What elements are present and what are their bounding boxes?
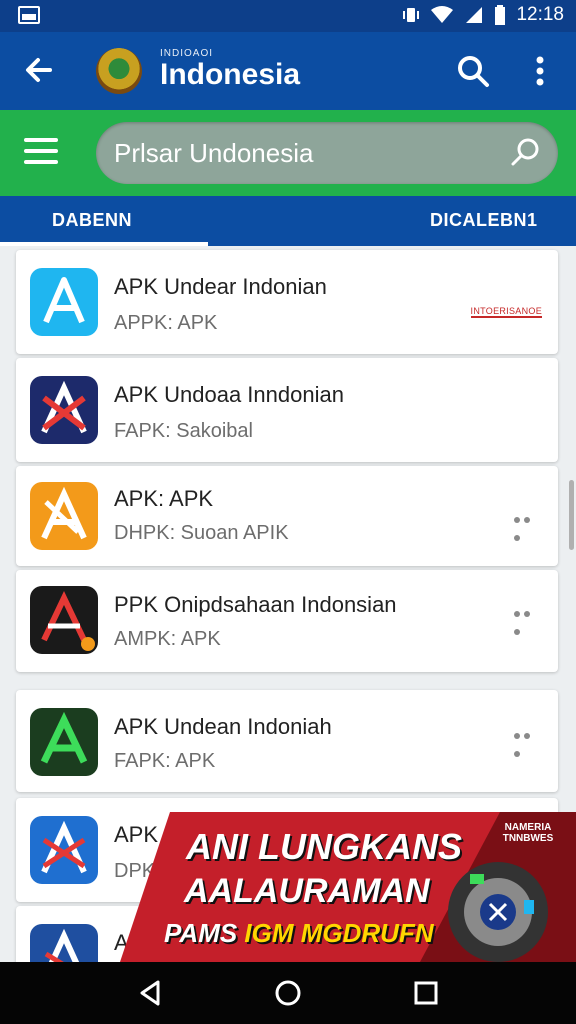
app-subtitle: FAPK: Sakoibal (114, 420, 253, 442)
search-toolbar: Prlsar Undonesia (0, 110, 576, 196)
overflow-menu-icon[interactable] (530, 54, 550, 88)
more-options-icon[interactable] (514, 726, 542, 757)
more-options-icon[interactable] (514, 604, 542, 635)
banner-tag: NAMERIA TNNBWES (502, 822, 554, 844)
app-subtitle: AMPK: APK (114, 628, 221, 650)
signal-icon (466, 7, 483, 23)
hamburger-menu-icon[interactable] (24, 138, 58, 166)
nav-recents-icon[interactable] (409, 976, 443, 1010)
ad-banner[interactable]: ANI LUNGKANS AALAURAMAN PAMS IGM MGDRUFN… (120, 812, 576, 962)
nav-home-icon[interactable] (271, 976, 305, 1010)
clock: 12:18 (516, 4, 564, 25)
apk-icon-orange (30, 482, 98, 550)
tab-indicator (0, 242, 208, 246)
apk-icon-green (30, 708, 98, 776)
apk-icon-dark (30, 586, 98, 654)
apk-icon-blue (30, 268, 98, 336)
list-item[interactable]: APK Undean Indoniah FAPK: APK (16, 690, 558, 792)
search-input-value: Prlsar Undonesia (114, 138, 314, 168)
banner-tagline: PAMS IGM MGDRUFN (164, 918, 434, 948)
app-title: APK: APK (114, 486, 214, 511)
more-options-icon[interactable] (514, 510, 542, 541)
notification-icon (18, 6, 40, 24)
app-subtitle: FAPK: APK (114, 750, 216, 772)
app-title: APK Undoaa Inndonian (114, 382, 344, 407)
wifi-icon (431, 6, 454, 23)
banner-subheadline: AALAURAMAN (184, 872, 430, 910)
tab-dicalebn1[interactable]: DICALEBN1 (430, 210, 538, 231)
scrollbar[interactable] (569, 480, 574, 550)
banner-headline: ANI LUNGKANS (186, 826, 462, 867)
app-badge: INTOERISANOE (470, 306, 542, 318)
app-title: APK Undear Indonian (114, 274, 327, 299)
status-bar: 12:18 (0, 0, 576, 32)
list-item[interactable]: APK Undear Indonian APPK: APK INTOERISAN… (16, 250, 558, 354)
apk-icon-red-navy (30, 376, 98, 444)
tab-bar: DABENN DICALEBN1 (0, 196, 576, 246)
search-field-icon[interactable] (510, 136, 542, 168)
list-item[interactable]: APK: APK DHPK: Suoan APIK (16, 466, 558, 566)
app-subtitle: APPK: APK (114, 312, 218, 334)
app-bar: INDIOAOI Indonesia (0, 32, 576, 110)
system-nav-bar (0, 962, 576, 1024)
nav-back-icon[interactable] (134, 976, 168, 1010)
page-title: Indonesia (160, 58, 301, 91)
apk-icon-blue-red (30, 816, 98, 884)
list-item[interactable]: APK Undoaa Inndonian FAPK: Sakoibal (16, 358, 558, 462)
app-logo (96, 48, 142, 94)
list-item[interactable]: PPK Onipdsahaan Indonsian AMPK: APK (16, 570, 558, 672)
app-title: APK Undean Indoniah (114, 714, 332, 739)
battery-icon (495, 5, 506, 25)
back-arrow-icon[interactable] (20, 50, 60, 90)
tab-dabenn[interactable]: DABENN (52, 210, 132, 231)
search-icon[interactable] (456, 54, 490, 88)
app-title: PPK Onipdsahaan Indonsian (114, 592, 397, 617)
vibrate-icon (403, 8, 420, 22)
app-subtitle: DHPK: Suoan APIK (114, 522, 289, 544)
search-input[interactable]: Prlsar Undonesia (96, 122, 558, 184)
